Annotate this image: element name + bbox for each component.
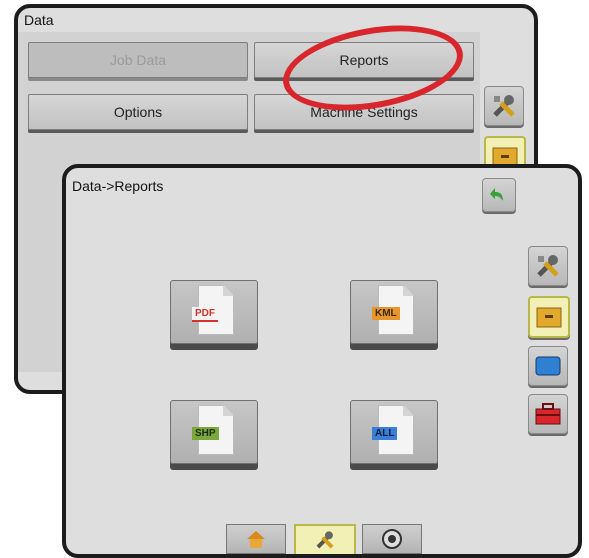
tools-side-button[interactable] — [528, 246, 568, 286]
tools-icon — [316, 531, 334, 549]
job-data-button[interactable]: Job Data — [28, 42, 248, 78]
shp-tag: SHP — [192, 427, 219, 440]
screen-icon — [535, 356, 561, 376]
reports-screen-title: Data->Reports — [72, 178, 164, 194]
toolbox-icon — [535, 403, 561, 425]
back-arrow-icon — [490, 188, 503, 201]
kml-report-button[interactable]: KML — [350, 280, 438, 344]
tools-icon — [537, 255, 559, 277]
all-report-button[interactable]: ALL — [350, 400, 438, 464]
home-nav-button[interactable] — [226, 524, 286, 554]
tools-icon — [493, 95, 515, 117]
bottom-nav — [226, 524, 426, 554]
shp-report-button[interactable]: SHP — [170, 400, 258, 464]
pdf-report-button[interactable]: PDF — [170, 280, 258, 344]
toolbox-side-button[interactable] — [528, 394, 568, 434]
tools-nav-button[interactable] — [294, 524, 356, 554]
gauge-nav-button[interactable] — [362, 524, 422, 554]
data-screen-title: Data — [24, 12, 54, 28]
all-tag: ALL — [372, 427, 398, 440]
screen-side-button[interactable] — [528, 346, 568, 386]
back-button[interactable] — [482, 178, 516, 212]
options-button[interactable]: Options — [28, 94, 248, 130]
kml-tag: KML — [372, 307, 400, 320]
reports-screen: Data->Reports PDF KML SHP ALL — [62, 164, 582, 558]
gauge-icon — [382, 529, 402, 549]
home-icon — [247, 531, 265, 548]
drawer-icon — [536, 307, 562, 328]
data-side-button[interactable] — [528, 296, 570, 338]
pdf-tag: PDF — [192, 307, 218, 322]
tools-side-button[interactable] — [484, 86, 524, 126]
